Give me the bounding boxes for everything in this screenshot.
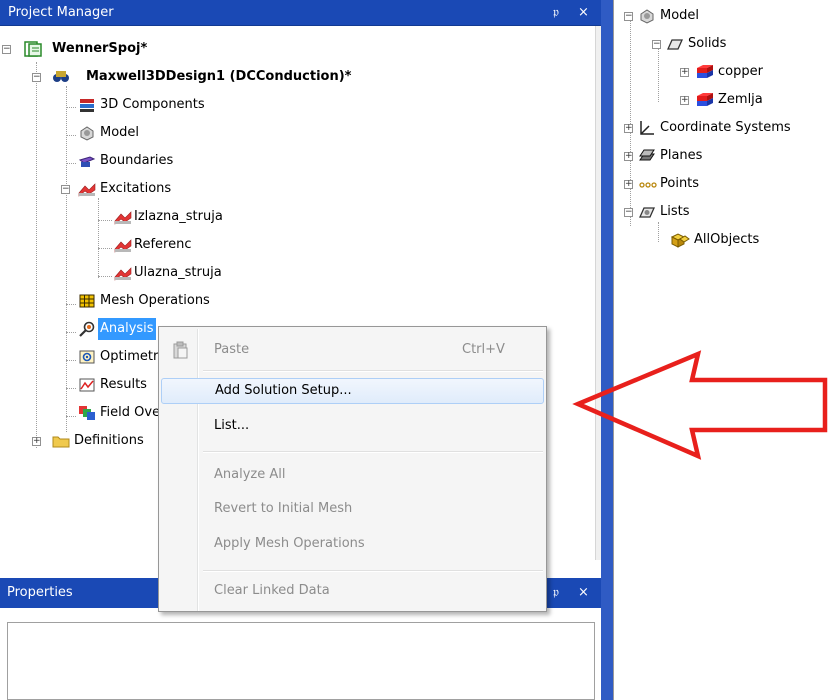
collapse-icon[interactable]: − [2,45,11,54]
points-icon [638,176,657,192]
project-manager-title: Project Manager [8,5,114,20]
expand-icon[interactable]: + [680,96,689,105]
collapse-icon[interactable]: − [652,40,661,49]
components-icon [78,97,96,113]
properties-title: Properties [7,585,73,600]
properties-grid[interactable] [7,622,595,700]
optimetrics-icon [78,349,96,365]
excitations-label: Excitations [100,181,172,196]
menu-item-apply-mesh[interactable]: Apply Mesh Operations [161,531,544,557]
menu-item-list[interactable]: List... [161,413,544,439]
paste-shortcut: Ctrl+V [462,342,505,357]
folder-icon [52,433,70,449]
analysis-icon [78,321,96,337]
menu-item-clear-linked-data[interactable]: Clear Linked Data [161,578,544,604]
lists-label: Lists [660,204,690,219]
izlazna-label: Izlazna_struja [134,209,223,224]
project-name: WennerSpoj* [52,41,148,56]
pin-icon[interactable]: 𝔭 [553,578,559,608]
menu-item-revert-mesh[interactable]: Revert to Initial Mesh [161,496,544,522]
collapse-icon[interactable]: − [32,73,41,82]
model-icon [638,8,656,24]
menu-item-paste[interactable]: Paste Ctrl+V [161,337,544,363]
pin-icon[interactable]: 𝔭 [553,0,559,26]
project-manager-titlebar: Project Manager 𝔭 × [0,0,601,26]
definitions-label: Definitions [74,433,144,448]
solids-label: Solids [688,36,727,51]
referenc-label: Referenc [134,237,192,252]
project-icon [24,41,42,57]
solid-box-icon [694,64,713,80]
copper-label: copper [718,64,763,79]
expand-icon[interactable]: + [624,152,633,161]
model-label: Model [100,125,140,140]
boundaries-label: Boundaries [100,153,174,168]
ulazna-label: Ulazna_struja [134,265,222,280]
collapse-icon[interactable]: − [61,185,70,194]
results-icon [78,377,96,393]
context-menu: Paste Ctrl+V Add Solution Setup... List.… [158,326,547,612]
excitation-icon [78,181,96,197]
close-icon[interactable]: × [578,578,589,608]
points-label: Points [660,176,700,191]
components-label: 3D Components [100,97,205,112]
coordinate-icon [638,120,656,136]
analysis-label: Analysis [98,318,156,340]
excitation-icon [114,265,132,281]
expand-icon[interactable]: + [32,437,41,446]
mesh-label: Mesh Operations [100,293,210,308]
apply-mesh-label: Apply Mesh Operations [214,536,365,551]
excitation-icon [114,209,132,225]
allobjects-icon [670,232,690,248]
expand-icon[interactable]: + [624,124,633,133]
zemlja-label: Zemlja [718,92,763,107]
list-label: List... [214,418,250,433]
expand-icon[interactable]: + [624,180,633,189]
mesh-icon [78,293,96,309]
field-icon [78,405,96,421]
close-icon[interactable]: × [578,0,589,26]
results-label: Results [100,377,147,392]
design-name: Maxwell3DDesign1 (DCConduction)* [86,69,352,84]
paste-label: Paste [214,342,250,357]
revert-label: Revert to Initial Mesh [214,501,353,516]
menu-item-add-solution-setup[interactable]: Add Solution Setup... [161,378,544,404]
add-solution-label: Add Solution Setup... [215,383,352,398]
planes-label: Planes [660,148,703,163]
menu-item-analyze-all[interactable]: Analyze All [161,462,544,488]
clear-linked-label: Clear Linked Data [214,583,330,598]
model-root-label: Model [660,8,700,23]
allobjects-label: AllObjects [694,232,760,247]
collapse-icon[interactable]: − [624,12,633,21]
collapse-icon[interactable]: − [624,208,633,217]
paste-icon [171,341,189,359]
design-icon [52,69,70,85]
analyze-all-label: Analyze All [214,467,286,482]
boundaries-icon [78,153,96,169]
coordinate-label: Coordinate Systems [660,120,791,135]
expand-icon[interactable]: + [680,68,689,77]
solids-icon [666,36,684,52]
excitation-icon [114,237,132,253]
planes-icon [638,148,656,164]
red-arrow-annotation [572,350,828,460]
solid-box-icon [694,92,713,108]
lists-icon [638,204,656,220]
model-icon [78,125,96,141]
